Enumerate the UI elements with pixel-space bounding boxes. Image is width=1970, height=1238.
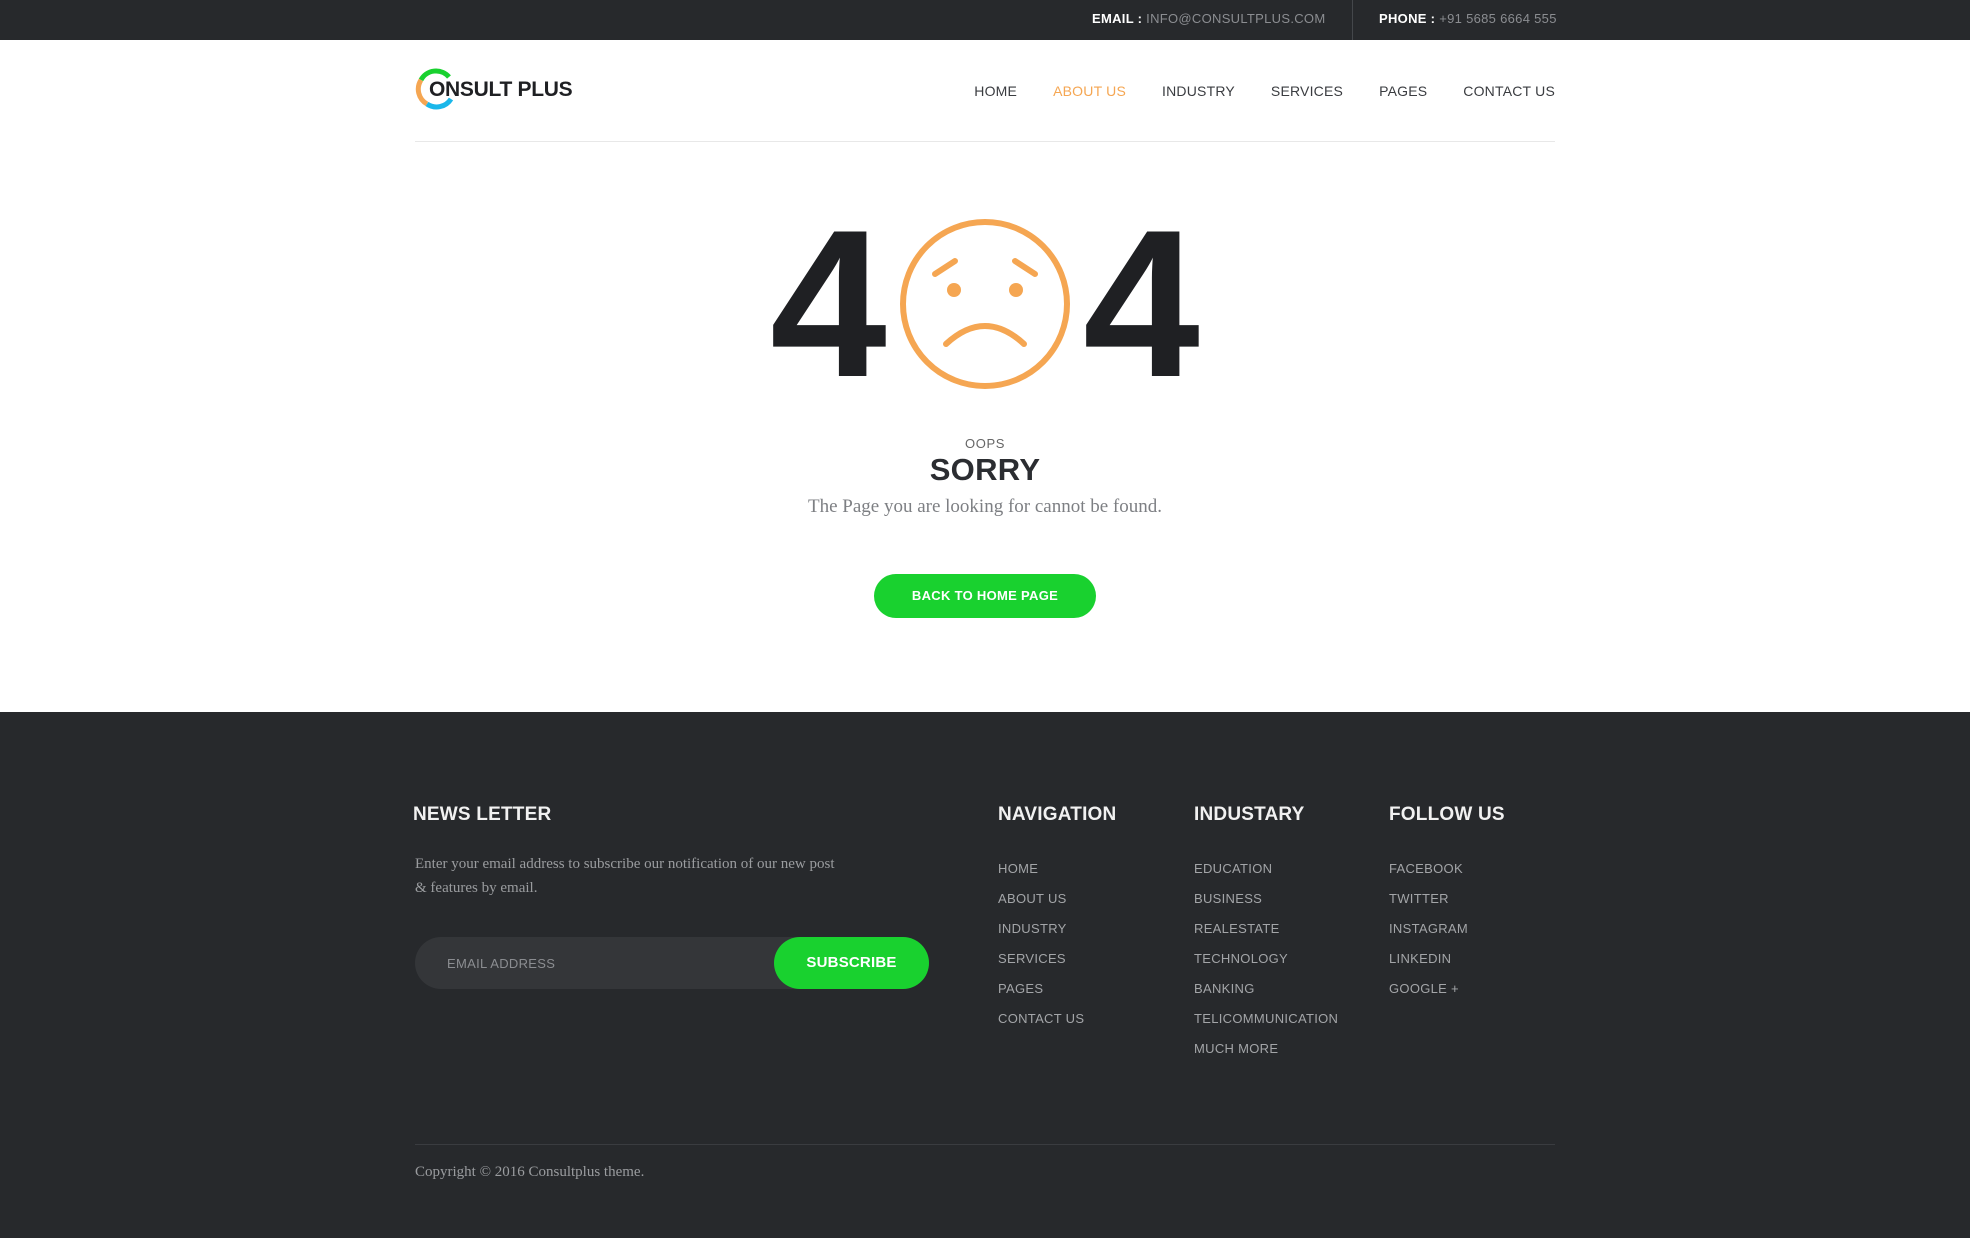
phone-value[interactable]: +91 5685 6664 555	[1439, 11, 1557, 26]
logo[interactable]: ONSULT PLUS	[415, 68, 575, 112]
newsletter-text: Enter your email address to subscribe ou…	[415, 856, 835, 896]
footer-nav-home[interactable]: HOME	[998, 854, 1084, 884]
sad-face-icon	[900, 219, 1070, 389]
error-title: SORRY	[929, 452, 1041, 487]
topbar-phone[interactable]: PHONE : +91 5685 6664 555	[1379, 0, 1557, 40]
nav-home[interactable]: HOME	[974, 83, 1017, 99]
footer-nav-contact-us[interactable]: CONTACT US	[998, 1004, 1084, 1034]
industry-telicommunication[interactable]: TELICOMMUNICATION	[1194, 1004, 1338, 1034]
navigation-column: HOME ABOUT US INDUSTRY SERVICES PAGES CO…	[998, 854, 1084, 1034]
industry-column: EDUCATION BUSINESS REALESTATE TECHNOLOGY…	[1194, 854, 1338, 1064]
footer-divider	[415, 1144, 1555, 1145]
footer-nav-services[interactable]: SERVICES	[998, 944, 1084, 974]
error-message: The Page you are looking for cannot be f…	[807, 496, 1163, 517]
follow-linkedin[interactable]: LINKEDIN	[1389, 944, 1468, 974]
error-digit-right: 4	[1083, 186, 1200, 421]
back-to-home-button[interactable]: BACK TO HOME PAGE	[874, 574, 1096, 618]
topbar-email[interactable]: EMAIL : INFO@CONSULTPLUS.COM	[1092, 0, 1325, 40]
industry-realestate[interactable]: REALESTATE	[1194, 914, 1338, 944]
follow-us-column: FACEBOOK TWITTER INSTAGRAM LINKEDIN GOOG…	[1389, 854, 1468, 1004]
industry-heading: INDUSTARY	[1194, 804, 1305, 825]
email-value[interactable]: INFO@CONSULTPLUS.COM	[1146, 11, 1325, 26]
phone-label: PHONE :	[1379, 11, 1436, 26]
footer-nav-industry[interactable]: INDUSTRY	[998, 914, 1084, 944]
footer-nav-pages[interactable]: PAGES	[998, 974, 1084, 1004]
follow-twitter[interactable]: TWITTER	[1389, 884, 1468, 914]
error-section: 4 4 OOPS SORRY The Page you are looking …	[0, 142, 1970, 712]
site-header: ONSULT PLUS HOME ABOUT US INDUSTRY SERVI…	[415, 40, 1555, 142]
industry-technology[interactable]: TECHNOLOGY	[1194, 944, 1338, 974]
navigation-heading: NAVIGATION	[998, 804, 1117, 825]
site-footer: NEWS LETTER Enter your email address to …	[0, 712, 1970, 1238]
follow-instagram[interactable]: INSTAGRAM	[1389, 914, 1468, 944]
subscribe-button[interactable]: SUBSCRIBE	[774, 937, 929, 989]
industry-much-more[interactable]: MUCH MORE	[1194, 1034, 1338, 1064]
follow-google-plus[interactable]: GOOGLE +	[1389, 974, 1468, 1004]
error-digit-left: 4	[770, 186, 887, 421]
newsletter-heading: NEWS LETTER	[413, 804, 552, 825]
nav-contact-us[interactable]: CONTACT US	[1463, 83, 1555, 99]
nav-pages[interactable]: PAGES	[1379, 83, 1427, 99]
copyright-text: Copyright © 2016 Consultplus theme.	[415, 1164, 645, 1180]
industry-banking[interactable]: BANKING	[1194, 974, 1338, 1004]
oops-label: OOPS	[965, 436, 1005, 451]
footer-nav-about-us[interactable]: ABOUT US	[998, 884, 1084, 914]
email-address-input[interactable]	[447, 937, 747, 989]
email-label: EMAIL :	[1092, 11, 1143, 26]
follow-facebook[interactable]: FACEBOOK	[1389, 854, 1468, 884]
industry-education[interactable]: EDUCATION	[1194, 854, 1338, 884]
industry-business[interactable]: BUSINESS	[1194, 884, 1338, 914]
logo-text: ONSULT PLUS	[429, 78, 573, 101]
nav-services[interactable]: SERVICES	[1271, 83, 1343, 99]
follow-us-heading: FOLLOW US	[1389, 804, 1505, 825]
main-nav: HOME ABOUT US INDUSTRY SERVICES PAGES CO…	[938, 40, 1555, 142]
nav-industry[interactable]: INDUSTRY	[1162, 83, 1235, 99]
nav-about-us[interactable]: ABOUT US	[1053, 83, 1126, 99]
subscribe-form: SUBSCRIBE	[415, 937, 929, 989]
topbar-divider	[1352, 0, 1353, 40]
top-bar: EMAIL : INFO@CONSULTPLUS.COM PHONE : +91…	[0, 0, 1970, 40]
